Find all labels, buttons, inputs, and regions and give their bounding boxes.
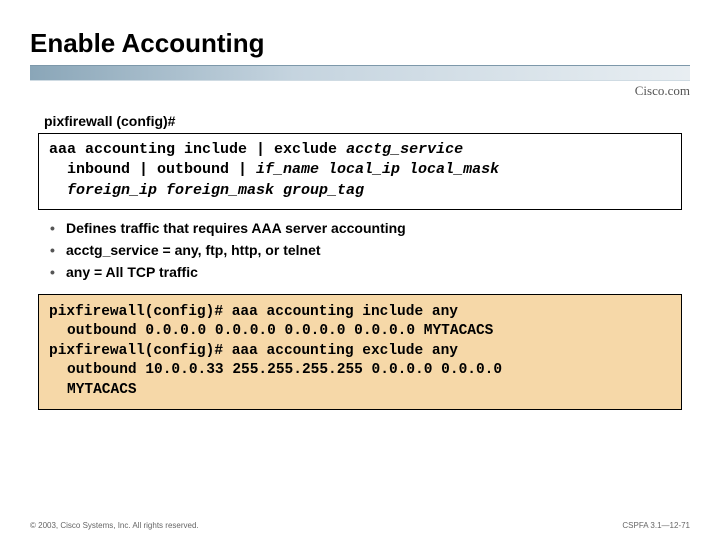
page-title: Enable Accounting [30,28,690,59]
example-line: pixfirewall(config)# aaa accounting incl… [49,303,671,323]
copyright: © 2003, Cisco Systems, Inc. All rights r… [30,521,199,530]
bullet-item: acctg_service = any, ftp, http, or telne… [50,242,690,258]
slide: Enable Accounting Cisco.com pixfirewall … [0,0,720,410]
syntax-text: aaa accounting include | exclude [49,141,346,158]
syntax-param: if_name local_ip local_mask [256,161,499,178]
example-line: outbound 10.0.0.33 255.255.255.255 0.0.0… [67,361,671,381]
syntax-box: aaa accounting include | exclude acctg_s… [38,133,682,210]
example-line: outbound 0.0.0.0 0.0.0.0 0.0.0.0 0.0.0.0… [67,322,671,342]
syntax-line-1: aaa accounting include | exclude acctg_s… [49,140,671,160]
footer: © 2003, Cisco Systems, Inc. All rights r… [30,521,690,530]
example-line: MYTACACS [67,381,671,401]
example-line: pixfirewall(config)# aaa accounting excl… [49,342,671,362]
divider-bar [30,65,690,81]
bullet-item: Defines traffic that requires AAA server… [50,220,690,236]
brand-label: Cisco.com [30,83,690,99]
syntax-param: acctg_service [346,141,463,158]
syntax-line-3: foreign_ip foreign_mask group_tag [67,181,671,201]
syntax-line-2: inbound | outbound | if_name local_ip lo… [67,160,671,180]
bullet-item: any = All TCP traffic [50,264,690,280]
example-box: pixfirewall(config)# aaa accounting incl… [38,294,682,410]
prompt-label: pixfirewall (config)# [44,113,690,129]
slide-number: CSPFA 3.1—12-71 [622,521,690,530]
syntax-text: inbound | outbound | [67,161,256,178]
bullet-list: Defines traffic that requires AAA server… [50,220,690,280]
